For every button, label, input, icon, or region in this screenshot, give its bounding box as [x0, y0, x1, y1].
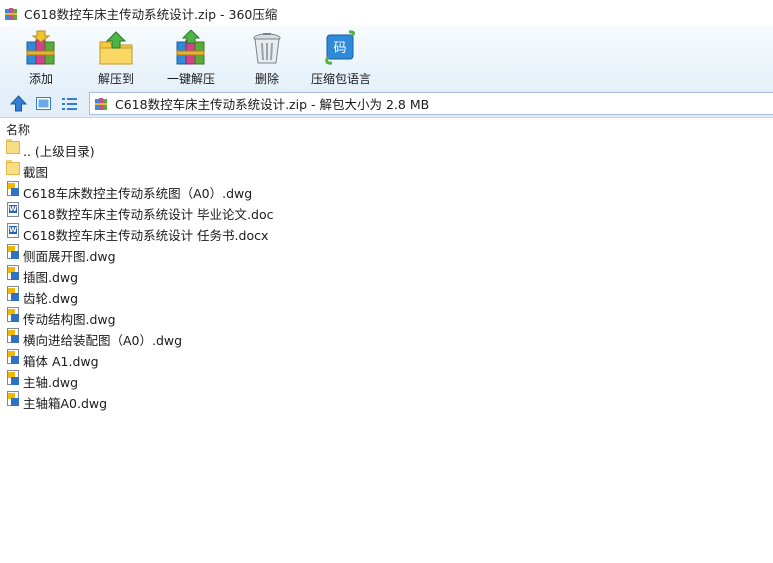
file-row[interactable]: 截图	[0, 158, 773, 180]
dwg-file-icon	[6, 181, 20, 197]
file-name: 主轴箱A0.dwg	[23, 396, 108, 411]
encode-button-label: 压缩包语言	[311, 72, 372, 86]
thumbnail-view-icon[interactable]	[35, 95, 52, 112]
file-row[interactable]: 传动结构图.dwg	[0, 305, 773, 327]
file-row[interactable]: 主轴.dwg	[0, 368, 773, 390]
file-row[interactable]: 侧面展开图.dwg	[0, 242, 773, 264]
encode-button[interactable]: 码 压缩包语言	[310, 26, 374, 90]
folder-icon	[6, 160, 20, 176]
extract-to-button[interactable]: 解压到	[95, 26, 139, 90]
dwg-file-icon	[6, 244, 20, 260]
title-bar: C618数控车床主传动系统设计.zip - 360压缩	[0, 0, 773, 26]
extract-folder-icon	[98, 30, 134, 66]
window-title: C618数控车床主传动系统设计.zip - 360压缩	[24, 6, 278, 22]
dwg-file-icon	[6, 265, 20, 281]
delete-button[interactable]: 删除	[247, 26, 287, 90]
file-row[interactable]: 插图.dwg	[0, 263, 773, 285]
delete-button-label: 删除	[255, 72, 280, 86]
file-row[interactable]: 齿轮.dwg	[0, 284, 773, 306]
one-click-extract-button-label: 一键解压	[167, 72, 216, 86]
dwg-file-icon	[6, 349, 20, 365]
add-button-label: 添加	[29, 72, 54, 86]
app-icon	[4, 6, 19, 21]
file-row[interactable]: 主轴箱A0.dwg	[0, 389, 773, 411]
one-click-extract-button[interactable]: 一键解压	[164, 26, 218, 90]
address-text: C618数控车床主传动系统设计.zip - 解包大小为 2.8 MB	[115, 97, 430, 112]
file-row[interactable]: W C618数控车床主传动系统设计 毕业论文.doc	[0, 200, 773, 222]
column-header-name[interactable]: 名称	[6, 121, 30, 138]
archive-icon	[94, 96, 109, 111]
file-row[interactable]: 箱体 A1.dwg	[0, 347, 773, 369]
dwg-file-icon	[6, 391, 20, 407]
encoding-icon-glyph: 码	[333, 41, 346, 56]
dwg-file-icon	[6, 328, 20, 344]
toolbar: 添加 解压到 一键解压 删除 码 压缩包语言	[0, 26, 773, 90]
file-row[interactable]: C618车床数控主传动系统图（A0）.dwg	[0, 179, 773, 201]
encoding-icon: 码	[322, 30, 358, 66]
add-button[interactable]: 添加	[18, 26, 64, 90]
trash-bin-icon	[249, 30, 285, 66]
file-row[interactable]: 横向进给装配图（A0）.dwg	[0, 326, 773, 348]
up-arrow-icon[interactable]	[9, 95, 28, 112]
file-row[interactable]: .. (上级目录)	[0, 137, 773, 159]
dwg-file-icon	[6, 370, 20, 386]
file-list: .. (上级目录) 截图 C618车床数控主传动系统图（A0）.dwg W C618数控…	[0, 137, 773, 411]
word-document-icon: W	[6, 202, 20, 218]
word-document-icon: W	[6, 223, 20, 239]
one-click-extract-icon	[173, 29, 209, 66]
add-archive-icon	[23, 30, 59, 66]
folder-icon	[6, 139, 20, 155]
list-view-icon[interactable]	[61, 95, 78, 112]
address-bar: C618数控车床主传动系统设计.zip - 解包大小为 2.8 MB	[0, 90, 773, 118]
dwg-file-icon	[6, 307, 20, 323]
file-row[interactable]: W C618数控车床主传动系统设计 任务书.docx	[0, 221, 773, 243]
dwg-file-icon	[6, 286, 20, 302]
extract-to-button-label: 解压到	[98, 72, 135, 86]
address-field[interactable]: C618数控车床主传动系统设计.zip - 解包大小为 2.8 MB	[89, 92, 773, 115]
